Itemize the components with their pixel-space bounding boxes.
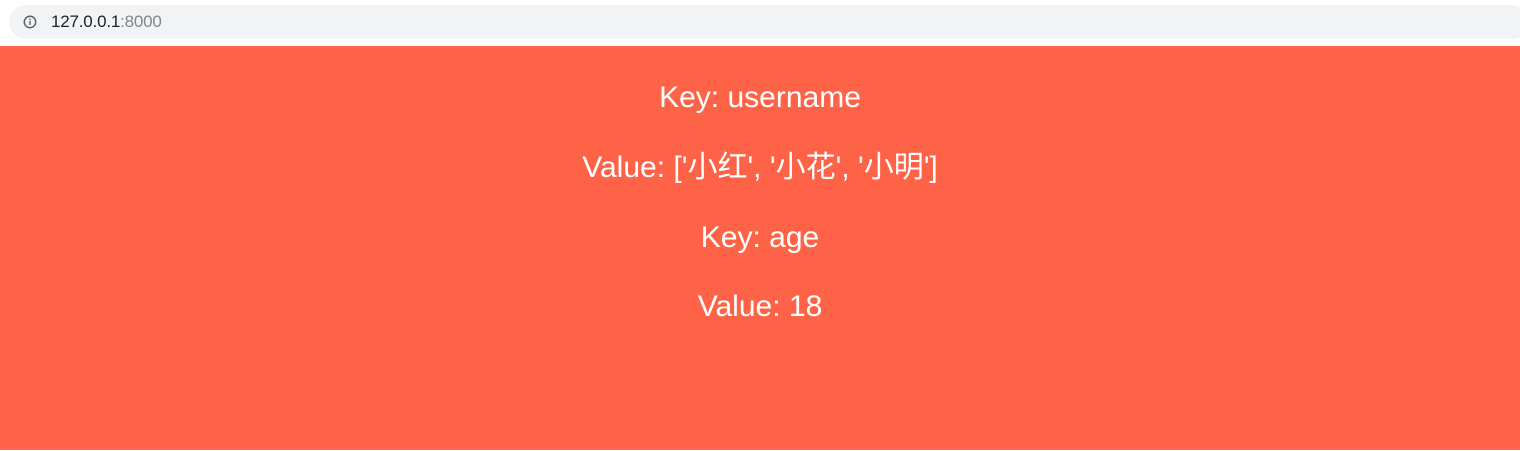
page-content: Key: username Value: ['小红', '小花', '小明'] … <box>0 46 1520 450</box>
info-icon[interactable] <box>23 15 37 29</box>
address-bar[interactable]: 127.0.0.1:8000 <box>9 5 1520 39</box>
browser-toolbar: 127.0.0.1:8000 <box>0 0 1520 45</box>
url-host: 127.0.0.1 <box>51 12 121 31</box>
age-key-text: Key: age <box>700 221 820 254</box>
url-text[interactable]: 127.0.0.1:8000 <box>51 13 162 31</box>
username-key-text: Key: username <box>659 81 861 114</box>
url-port: :8000 <box>120 12 162 31</box>
username-value-text: Value: ['小红', '小花', '小明'] <box>582 151 938 184</box>
age-value-text: Value: 18 <box>697 290 823 323</box>
